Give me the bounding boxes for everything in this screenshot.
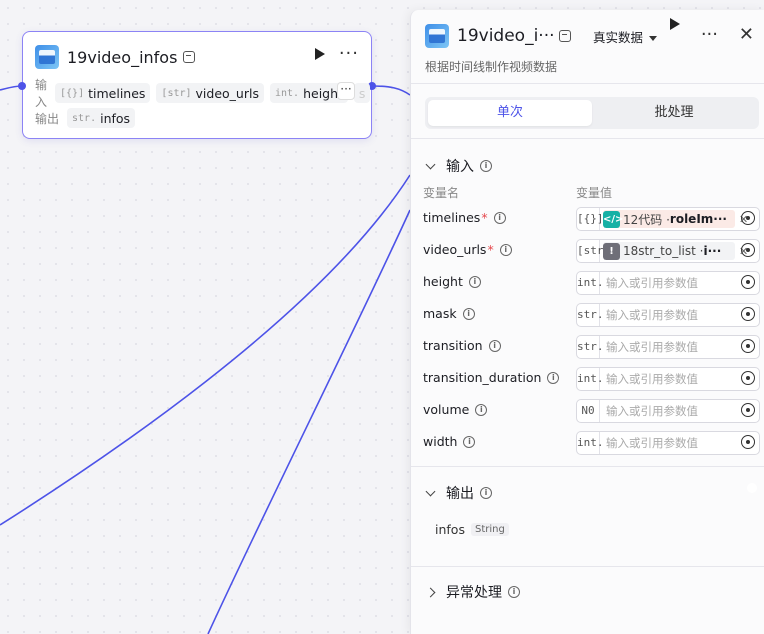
chevron-down-icon (425, 159, 436, 169)
video-infos-node[interactable]: 19video_infos ··· 输入 [{}] timelines [str]… (18, 31, 376, 139)
node-detail-panel: 19video_i··· 真实数据 ··· ✕ 根据时间线制作视频数据 单次 批… (410, 10, 764, 634)
play-icon[interactable] (670, 18, 680, 30)
more-icon[interactable]: ··· (701, 24, 718, 45)
reference-chip[interactable]: ! 18str_to_list · i··· (603, 242, 735, 260)
close-icon[interactable]: ✕ (739, 24, 754, 45)
error-handling-section-header[interactable]: 异常处理 i (425, 582, 520, 602)
param-row-transition: transition i str. 输入或引用参数值 (423, 335, 760, 359)
info-icon: i (493, 211, 506, 224)
code-icon: </> (603, 210, 623, 228)
target-icon[interactable] (741, 435, 755, 449)
height-field[interactable]: int. 输入或引用参数值 (576, 271, 760, 295)
store-icon (559, 30, 571, 42)
param-row-transition-duration: transition_duration i int. 输入或引用参数值 (423, 367, 760, 391)
plugin-logo-icon (425, 24, 449, 48)
target-icon[interactable] (741, 211, 755, 225)
run-mode-tabs: 单次 批处理 (425, 97, 759, 129)
input-section-header[interactable]: 输入 i (425, 156, 492, 176)
output-chip: str. infos (67, 108, 136, 128)
panel-description: 根据时间线制作视频数据 (425, 60, 558, 74)
param-row-mask: mask i str. 输入或引用参数值 (423, 303, 760, 327)
target-icon[interactable] (741, 307, 755, 321)
col-value-header: 变量值 (576, 186, 613, 200)
info-icon: i (547, 371, 560, 384)
info-icon: i (475, 403, 488, 416)
more-icon[interactable]: ··· (339, 43, 359, 64)
panel-title: 19video_i··· (457, 26, 555, 46)
target-icon[interactable] (741, 371, 755, 385)
edge-out (371, 85, 411, 96)
param-row-width: width i int. 输入或引用参数值 (423, 431, 760, 455)
param-row-height: height i int. 输入或引用参数值 (423, 271, 760, 295)
param-row-volume: volume i N0 输入或引用参数值 (423, 399, 760, 423)
info-icon: i (499, 243, 512, 256)
info-icon: i (488, 339, 501, 352)
warning-icon: ! (603, 242, 620, 260)
tab-single[interactable]: 单次 (428, 100, 592, 126)
target-icon[interactable] (741, 243, 755, 257)
mask-field[interactable]: str. 输入或引用参数值 (576, 303, 760, 327)
info-icon: i (468, 275, 481, 288)
input-chip: [{}] timelines (55, 83, 151, 103)
input-port[interactable] (18, 82, 26, 90)
store-icon (183, 51, 196, 63)
node-inputs-row: 输入 [{}] timelines [str] video_urls int. hei… (35, 78, 376, 109)
chevron-right-icon (425, 587, 436, 597)
param-row-video-urls: video_urls * i [str] ! 18str_to_list · i··… (423, 239, 760, 263)
output-label: 输出 (35, 111, 60, 126)
edge-long-2 (207, 209, 411, 634)
volume-field[interactable]: N0 输入或引用参数值 (576, 399, 760, 423)
type-badge: String (470, 523, 509, 536)
timelines-field[interactable]: [{}] </> 12代码 · roleIm··· ✕ (576, 207, 760, 231)
input-chip: [str] video_urls (156, 83, 264, 103)
transition-field[interactable]: str. 输入或引用参数值 (576, 335, 760, 359)
param-row-timelines: timelines * i [{}] </> 12代码 · roleIm··· ✕ (423, 207, 760, 231)
more-inputs-button[interactable]: ··· (337, 82, 355, 100)
info-icon: i (480, 160, 492, 172)
output-infos: infos String (435, 522, 509, 537)
edge-long-1 (0, 174, 411, 526)
target-icon[interactable] (741, 339, 755, 353)
reference-chip[interactable]: </> 12代码 · roleIm··· (603, 210, 735, 228)
node-title: 19video_infos (67, 47, 178, 67)
info-icon: i (480, 487, 492, 499)
data-mode-select[interactable]: 真实数据 (593, 27, 658, 46)
info-icon: i (463, 435, 476, 448)
col-name-header: 变量名 (423, 186, 460, 200)
transition-duration-field[interactable]: int. 输入或引用参数值 (576, 367, 760, 391)
target-icon[interactable] (741, 403, 755, 417)
target-icon[interactable] (741, 275, 755, 289)
input-chip-faded: s (353, 83, 371, 103)
info-icon: i (462, 307, 475, 320)
width-field[interactable]: int. 输入或引用参数值 (576, 431, 760, 455)
info-icon: i (508, 586, 520, 598)
video-urls-field[interactable]: [str] ! 18str_to_list · i··· ✕ (576, 239, 760, 263)
output-section-header[interactable]: 输出 i (425, 483, 492, 503)
play-icon[interactable] (315, 48, 325, 60)
plugin-logo-icon (35, 45, 59, 69)
node-outputs-row: 输出 str. infos (35, 108, 141, 128)
caret-down-icon (649, 35, 658, 41)
chevron-down-icon (425, 486, 436, 496)
tab-batch[interactable]: 批处理 (592, 100, 756, 126)
input-label: 输入 (35, 78, 48, 109)
